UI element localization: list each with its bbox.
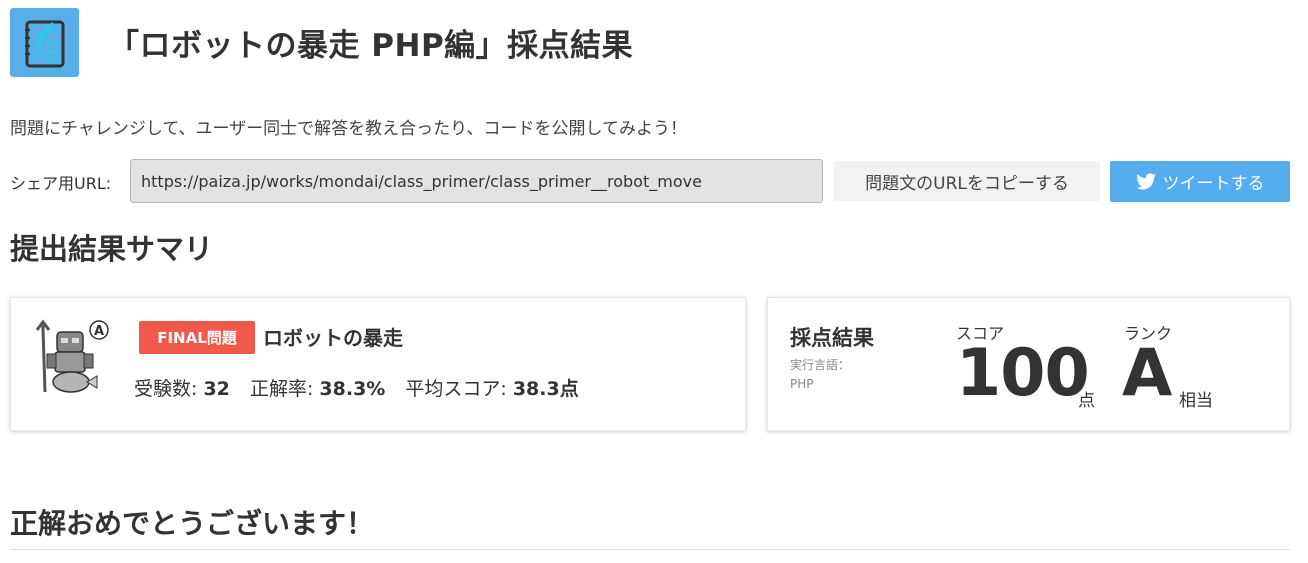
tweet-button[interactable]: ツイートする — [1110, 161, 1290, 202]
accuracy-label: 正解率: — [249, 378, 314, 400]
rank-unit: 相当 — [1179, 391, 1213, 411]
result-card: 採点結果 実行言語： PHP スコア 100 点 ランク A 相当 — [767, 297, 1290, 431]
svg-text:A: A — [94, 324, 104, 339]
rank-value: A — [1122, 336, 1173, 411]
robot-character-icon: A — [31, 318, 111, 400]
divider — [10, 549, 1290, 550]
accuracy-value: 38.3% — [319, 378, 386, 400]
intro-text: 問題にチャレンジして、ユーザー同士で解答を教え合ったり、コードを公開してみよう！ — [10, 119, 687, 139]
copy-url-button[interactable]: 問題文のURLをコピーする — [834, 161, 1100, 201]
final-problem-badge: FINAL問題 — [139, 321, 255, 354]
share-url-label: シェア用URL: — [10, 174, 112, 193]
share-url-input[interactable] — [130, 159, 823, 203]
congrats-title: 正解おめでとうございます！ — [10, 507, 375, 540]
avg-score-label: 平均スコア: — [405, 378, 507, 400]
problem-stats: 受験数: 32 正解率: 38.3% 平均スコア: 38.3点 — [134, 374, 593, 401]
summary-title: 提出結果サマリ — [10, 232, 214, 266]
score-unit: 点 — [1078, 391, 1095, 411]
language-label: 実行言語： — [790, 358, 851, 372]
tweet-button-label: ツイートする — [1162, 174, 1265, 194]
page-title: 「ロボットの暴走 PHP編」採点結果 — [108, 28, 634, 64]
avg-score-value: 38.3点 — [512, 378, 579, 400]
examinees-label: 受験数: — [134, 378, 198, 400]
twitter-bird-icon — [1135, 173, 1156, 190]
language-value: PHP — [790, 377, 814, 391]
problem-card: A FINAL問題 ロボットの暴走 受験数: 32 正解率: 38.3% 平均ス… — [10, 297, 746, 431]
examinees-value: 32 — [203, 378, 230, 400]
checklist-pencil-icon — [10, 8, 79, 77]
problem-name: ロボットの暴走 — [263, 326, 403, 350]
score-value: 100 — [956, 336, 1090, 411]
result-title: 採点結果 — [790, 326, 874, 350]
